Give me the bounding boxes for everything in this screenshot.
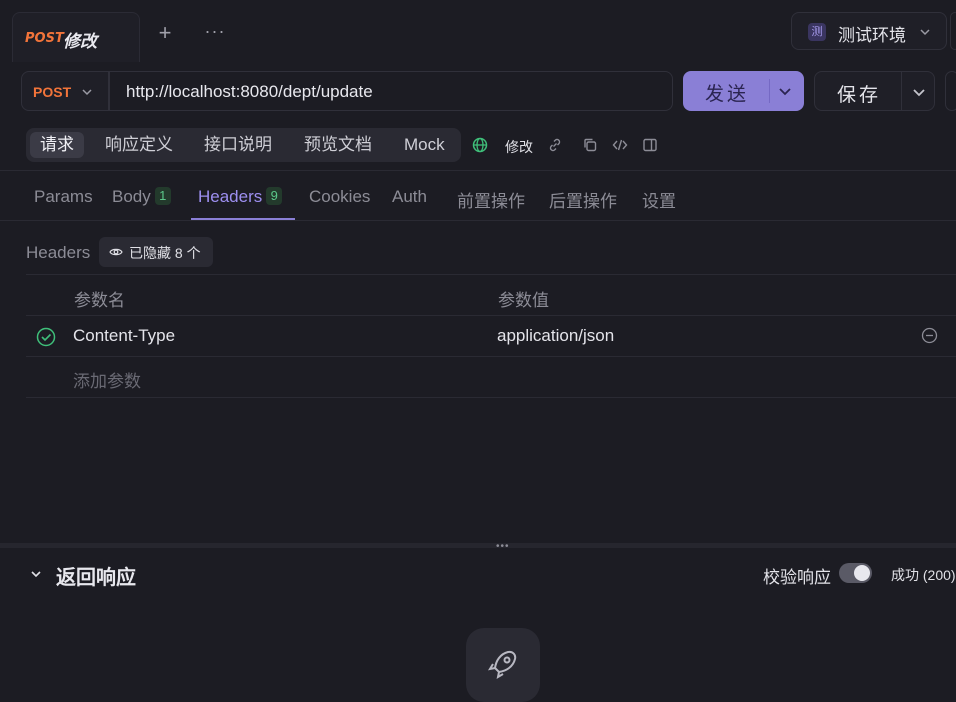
environment-select[interactable]: 测 测试环境 — [791, 12, 947, 50]
drag-handle-icon[interactable]: ••• — [496, 541, 510, 552]
response-title: 返回响应 — [56, 567, 136, 589]
code-icon[interactable] — [612, 137, 628, 153]
divider — [26, 356, 956, 357]
column-header-name: 参数名 — [74, 291, 125, 310]
send-label: 发送 — [705, 84, 750, 105]
request-tab[interactable]: POST 修改 — [12, 12, 140, 62]
tab-api-description[interactable]: 接口说明 — [204, 132, 272, 158]
tab-response-definition[interactable]: 响应定义 — [105, 132, 173, 158]
subtab-headers-label: Headers — [198, 187, 263, 206]
headers-section-title: Headers — [26, 243, 91, 262]
verify-response-label: 校验响应 — [763, 568, 831, 587]
divider — [26, 274, 956, 275]
subtab-settings[interactable]: 设置 — [642, 187, 676, 212]
add-tab-button[interactable]: + — [154, 22, 176, 44]
headers-count-badge: 9 — [266, 187, 283, 205]
divider — [26, 315, 956, 316]
send-divider — [769, 79, 770, 103]
subtab-headers[interactable]: Headers 9 — [198, 187, 283, 207]
url-input[interactable]: http://localhost:8080/dept/update — [109, 71, 673, 111]
toolbar-overflow-2[interactable] — [945, 71, 956, 111]
empty-state-illustration — [466, 628, 540, 702]
subtab-post-processors[interactable]: 后置操作 — [549, 187, 617, 212]
column-header-value: 参数值 — [498, 291, 549, 310]
method-select[interactable]: POST — [21, 71, 109, 111]
divider — [0, 220, 956, 221]
check-circle-icon[interactable] — [36, 327, 56, 347]
link-icon[interactable] — [547, 137, 563, 153]
chevron-down-icon — [920, 29, 930, 36]
request-tab-method: POST — [25, 31, 64, 46]
subtab-body-label: Body — [112, 187, 151, 206]
subtab-body[interactable]: Body 1 — [112, 187, 171, 207]
tab-mock[interactable]: Mock — [404, 132, 445, 158]
header-value-cell[interactable]: application/json — [497, 326, 614, 346]
divider — [0, 170, 956, 171]
toolbar-overflow[interactable] — [950, 12, 956, 50]
subtab-params[interactable]: Params — [34, 187, 93, 207]
request-tab-name: 修改 — [63, 32, 97, 51]
environment-label: 测试环境 — [838, 26, 906, 45]
divider — [26, 397, 956, 398]
endpoint-name: 修改 — [505, 139, 533, 155]
environment-badge: 测 — [808, 23, 826, 41]
send-button[interactable]: 发送 — [683, 71, 804, 111]
copy-icon[interactable] — [582, 137, 598, 153]
response-status: 成功 (200) — [891, 567, 956, 583]
send-dropdown-chevron-icon[interactable] — [777, 83, 793, 99]
method-label: POST — [33, 84, 72, 100]
eye-icon — [109, 248, 123, 256]
globe-icon — [472, 137, 488, 153]
toggle-knob — [854, 565, 870, 581]
save-label: 保存 — [837, 85, 882, 106]
chevron-down-icon — [82, 89, 92, 96]
body-count-badge: 1 — [154, 187, 171, 205]
collapse-chevron-icon[interactable] — [29, 567, 43, 581]
more-tabs-button[interactable]: ··· — [204, 22, 226, 44]
side-panel-icon[interactable] — [642, 137, 658, 153]
tab-preview-docs[interactable]: 预览文档 — [304, 132, 372, 158]
add-param-input[interactable]: 添加参数 — [73, 367, 141, 392]
subtab-pre-processors[interactable]: 前置操作 — [457, 187, 525, 212]
tab-request[interactable]: 请求 — [30, 132, 84, 158]
save-divider — [901, 72, 902, 110]
panel-resize-handle[interactable] — [0, 543, 956, 548]
mode-tabs: 请求 响应定义 接口说明 预览文档 Mock — [26, 128, 461, 162]
hidden-headers-toggle[interactable]: 已隐藏 8 个 — [99, 237, 213, 267]
hidden-headers-label: 已隐藏 8 个 — [129, 245, 201, 261]
url-text: http://localhost:8080/dept/update — [126, 82, 373, 101]
request-tab-bar: POST 修改 + ··· 测 测试环境 — [0, 0, 956, 62]
save-button[interactable]: 保存 — [814, 71, 935, 111]
remove-circle-icon[interactable] — [921, 327, 938, 344]
rocket-icon — [487, 650, 517, 680]
verify-response-toggle[interactable] — [839, 563, 872, 583]
subtab-auth[interactable]: Auth — [392, 187, 427, 207]
header-name-cell[interactable]: Content-Type — [73, 326, 175, 346]
subtab-cookies[interactable]: Cookies — [309, 187, 370, 207]
save-dropdown-chevron-icon[interactable] — [911, 84, 927, 100]
